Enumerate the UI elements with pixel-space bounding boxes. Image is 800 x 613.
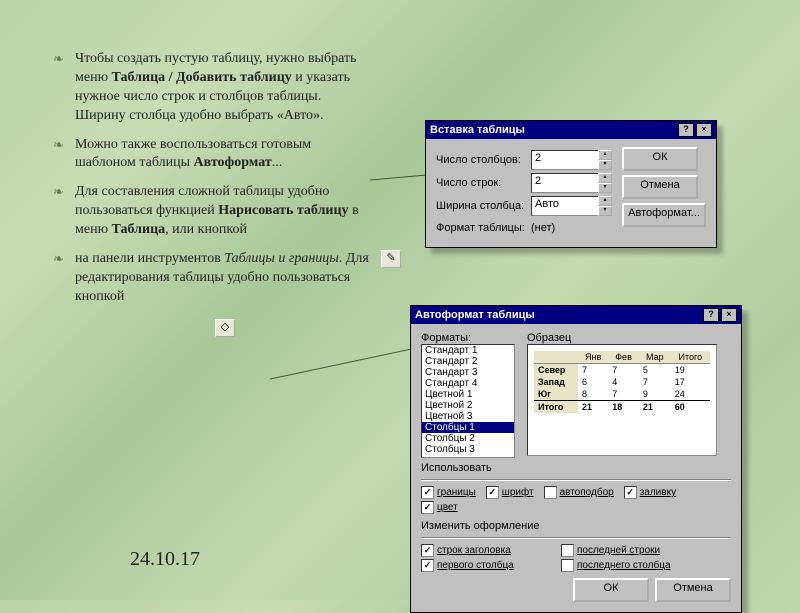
columns-input[interactable]: 2 — [531, 150, 599, 170]
list-item[interactable]: Столбцы 2 — [422, 433, 514, 444]
rows-spinner[interactable]: ▴▾ — [598, 173, 610, 193]
arrow-to-autoformat-dialog — [270, 345, 427, 379]
dialog-title: Автоформат таблицы — [415, 309, 535, 321]
text: , или кнопкой — [165, 222, 247, 237]
width-input[interactable]: Авто — [531, 196, 599, 216]
width-label: Ширина столбца: — [436, 200, 531, 212]
titlebar: Вставка таблицы ? × — [426, 121, 716, 139]
eraser-icon: ◇ — [215, 319, 235, 337]
width-spinner[interactable]: ▴▾ — [598, 196, 610, 216]
list-item[interactable]: Стандарт 1 — [422, 345, 514, 356]
ok-button[interactable]: ОК — [622, 147, 698, 171]
list-item[interactable]: Стандарт 3 — [422, 367, 514, 378]
list-item[interactable]: Цветной 2 — [422, 400, 514, 411]
checkbox-font[interactable]: ✓шрифт — [486, 486, 534, 499]
pencil-icon: ✎ — [381, 250, 401, 268]
text: ... — [272, 155, 283, 170]
checkbox-header-row[interactable]: ✓строк заголовка — [421, 544, 551, 557]
italic-text: Таблицы и границы — [224, 251, 338, 266]
preview-box: ЯнвФевМарИтогоСевер77519Запад64717Юг8792… — [527, 344, 717, 456]
checkbox-first-col[interactable]: ✓первого столбца — [421, 559, 551, 572]
list-item[interactable]: Стандарт 2 — [422, 356, 514, 367]
list-item[interactable]: Столбцы 1 — [422, 422, 514, 433]
list-item[interactable]: Столбцы 3 — [422, 444, 514, 455]
change-group-label: Изменить оформление — [421, 520, 731, 532]
checkbox-autofit[interactable]: автоподбор — [544, 486, 614, 499]
bullet-2: Можно также воспользоваться готовым шабл… — [75, 136, 375, 174]
preview-table: ЯнвФевМарИтогоСевер77519Запад64717Юг8792… — [534, 351, 710, 413]
autoformat-dialog: Автоформат таблицы ? × Форматы: Стандарт… — [410, 305, 742, 613]
format-value: (нет) — [531, 222, 555, 234]
use-group-label: Использовать — [421, 462, 731, 474]
close-icon[interactable]: × — [696, 123, 712, 137]
cancel-button[interactable]: Отмена — [655, 578, 731, 602]
checkbox-color[interactable]: ✓цвет — [421, 501, 458, 514]
bold-text: Автоформат — [194, 155, 272, 170]
formats-label: Форматы: — [421, 332, 515, 344]
bold-text: Нарисовать таблицу — [218, 203, 348, 218]
columns-spinner[interactable]: ▴▾ — [598, 150, 610, 170]
bold-text: Таблица / Добавить таблицу — [112, 70, 292, 85]
checkbox-borders[interactable]: ✓границы — [421, 486, 476, 499]
close-icon[interactable]: × — [721, 308, 737, 322]
list-item[interactable]: Цветной 3 — [422, 411, 514, 422]
titlebar: Автоформат таблицы ? × — [411, 306, 741, 324]
help-icon[interactable]: ? — [678, 123, 694, 137]
dialog-title: Вставка таблицы — [430, 124, 525, 136]
checkbox-fill[interactable]: ✓заливку — [624, 486, 714, 499]
slide-text: Чтобы создать пустую таблицу, нужно выбр… — [75, 50, 375, 338]
date: 24.10.17 — [130, 548, 200, 571]
sample-label: Образец — [527, 332, 717, 344]
rows-label: Число строк: — [436, 177, 531, 189]
checkbox-last-col[interactable]: последнего столбца — [561, 559, 671, 572]
text: на панели инструментов — [75, 251, 224, 266]
bold-text: Таблица — [112, 222, 166, 237]
list-item[interactable]: Стандарт 4 — [422, 378, 514, 389]
format-label: Формат таблицы: — [436, 222, 531, 234]
bullet-1: Чтобы создать пустую таблицу, нужно выбр… — [75, 50, 375, 126]
ok-button[interactable]: ОК — [573, 578, 649, 602]
autoformat-button[interactable]: Автоформат... — [622, 203, 706, 227]
bullet-3: Для составления сложной таблицы удобно п… — [75, 183, 375, 240]
cancel-button[interactable]: Отмена — [622, 175, 698, 199]
insert-table-dialog: Вставка таблицы ? × Число столбцов: 2 ▴▾… — [425, 120, 717, 248]
formats-listbox[interactable]: Стандарт 1Стандарт 2Стандарт 3Стандарт 4… — [421, 344, 515, 458]
list-item[interactable]: Цветной 1 — [422, 389, 514, 400]
help-icon[interactable]: ? — [703, 308, 719, 322]
bullet-4: на панели инструментов Таблицы и границы… — [75, 250, 375, 307]
checkbox-last-row[interactable]: последней строки — [561, 544, 660, 557]
columns-label: Число столбцов: — [436, 154, 531, 166]
rows-input[interactable]: 2 — [531, 173, 599, 193]
